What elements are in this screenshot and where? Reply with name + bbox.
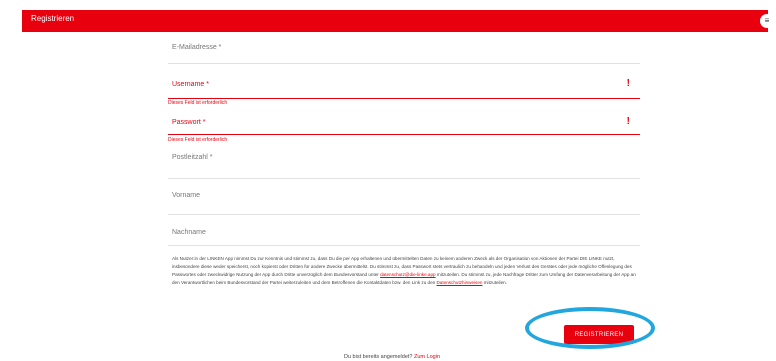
login-link[interactable]: Zum Login — [414, 354, 440, 360]
username-field[interactable]: Username * ! Dieses Feld ist erforderlic… — [168, 73, 640, 106]
page-title: Registrieren — [31, 14, 75, 23]
username-label: Username * — [172, 81, 209, 88]
password-field[interactable]: Passwort * ! Dieses Feld ist erforderlic… — [168, 111, 640, 145]
username-error: Dieses Feld ist erforderlich — [168, 100, 228, 106]
username-underline — [168, 98, 640, 99]
firstname-underline — [168, 214, 640, 215]
app-header: Registrieren ≡ — [22, 10, 774, 32]
postcode-underline — [168, 178, 640, 179]
login-text: Du bist bereits angemeldet? — [344, 354, 413, 360]
postcode-field[interactable]: Postleitzahl * — [168, 148, 640, 182]
privacy-notice-link[interactable]: Datenschutzhinweisen — [436, 280, 482, 285]
firstname-field[interactable]: Vorname — [168, 184, 640, 218]
privacy-email-link[interactable]: datenschutz@die-linke.app — [380, 272, 435, 277]
password-underline — [168, 134, 640, 135]
terms-text: Als Nutzer:in der LINKEN App nimmst Du z… — [172, 255, 636, 287]
email-underline — [168, 63, 640, 64]
error-icon: ! — [626, 116, 630, 127]
password-error: Dieses Feld ist erforderlich — [168, 137, 228, 143]
menu-icon[interactable]: ≡ — [760, 14, 774, 28]
error-icon: ! — [626, 78, 630, 89]
firstname-label: Vorname — [172, 192, 201, 199]
lastname-label: Nachname — [172, 229, 206, 236]
register-button[interactable]: REGISTRIEREN — [564, 325, 634, 344]
lastname-underline — [168, 245, 640, 246]
login-prompt: Du bist bereits angemeldet? Zum Login — [344, 354, 440, 360]
terms-part-3: mitzuteilen. — [483, 279, 507, 285]
postcode-label: Postleitzahl * — [172, 154, 213, 161]
email-field[interactable]: E-Mailadresse * — [168, 36, 640, 64]
email-label: E-Mailadresse * — [172, 44, 222, 51]
lastname-field[interactable]: Nachname — [168, 221, 640, 255]
password-label: Passwort * — [172, 119, 206, 126]
